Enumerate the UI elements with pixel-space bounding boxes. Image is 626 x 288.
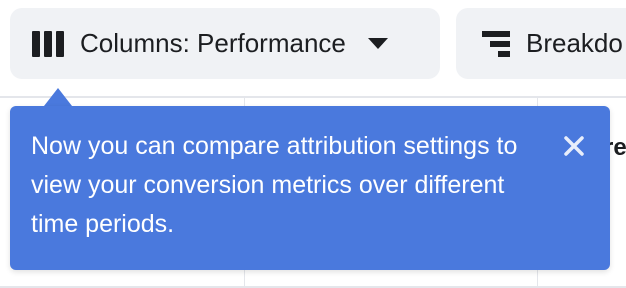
caret-down-icon — [367, 37, 388, 50]
breakdown-dropdown-button[interactable]: Breakdo — [456, 8, 626, 79]
attribution-tooltip: Now you can compare attribution settings… — [10, 106, 610, 270]
columns-icon — [32, 30, 64, 57]
table-header-top-border — [0, 96, 626, 98]
breakdown-button-label: Breakdo — [526, 28, 623, 58]
breakdown-icon — [482, 30, 510, 57]
columns-dropdown-button[interactable]: Columns: Performance — [10, 8, 440, 79]
close-icon[interactable] — [562, 134, 586, 158]
tooltip-arrow — [44, 88, 72, 106]
tooltip-message: Now you can compare attribution settings… — [31, 132, 518, 238]
columns-button-label: Columns: Performance — [80, 28, 346, 58]
